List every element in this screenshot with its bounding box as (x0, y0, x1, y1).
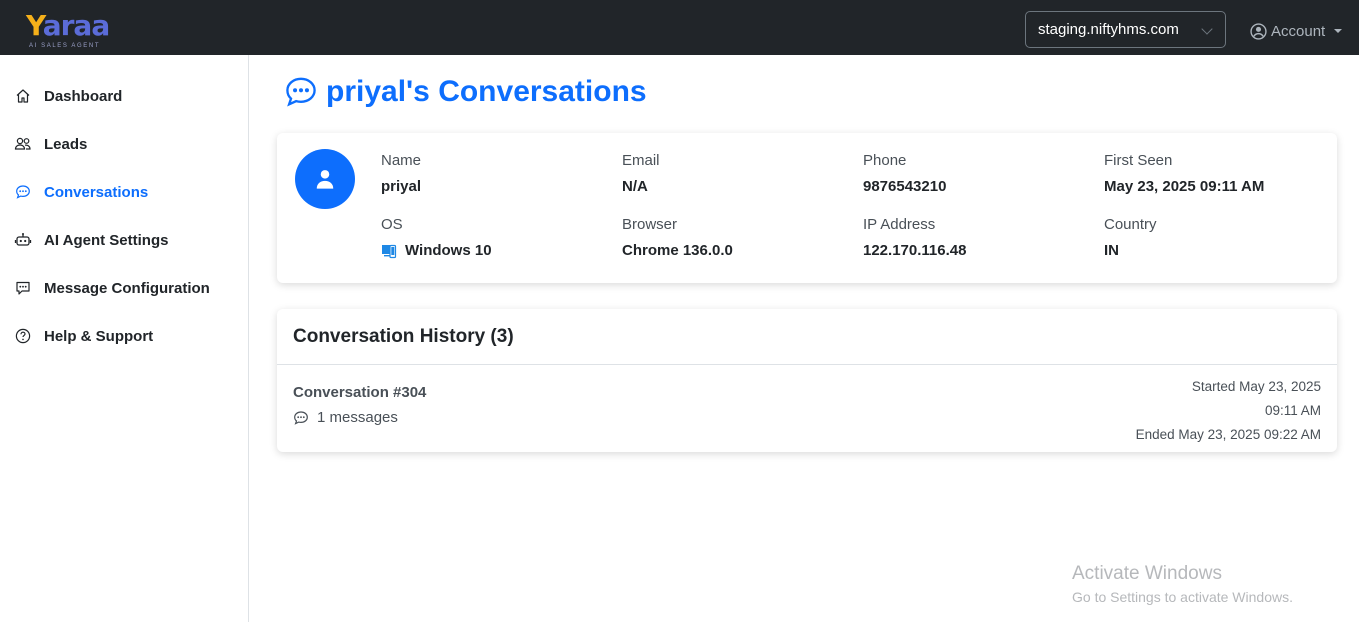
sidebar-item-conversations[interactable]: Conversations (14, 180, 148, 204)
ip-label: IP Address (863, 216, 936, 233)
email-label: Email (622, 152, 660, 169)
email-value: N/A (622, 178, 648, 195)
first-seen-label: First Seen (1104, 152, 1173, 169)
page-title-text: priyal's Conversations (326, 75, 647, 108)
field-ip-address: IP Address 122.170.116.48 (863, 215, 966, 261)
ip-value: 122.170.116.48 (863, 242, 967, 259)
ended-time: Ended May 23, 2025 09:22 AM (1135, 427, 1321, 442)
sidebar-item-leads[interactable]: Leads (14, 132, 87, 156)
brand-logo[interactable]: Yaraa AI SALES AGENT (26, 9, 116, 53)
conversation-message-count: 1 messages (293, 409, 398, 426)
first-seen-value: May 23, 2025 09:11 AM (1104, 178, 1265, 195)
os-label: OS (381, 216, 403, 233)
sidebar-item-label: Help & Support (44, 327, 154, 345)
account-label: Account (1271, 22, 1326, 40)
sidebar-item-message-configuration[interactable]: Message Configuration (14, 276, 210, 300)
top-navbar: Yaraa AI SALES AGENT staging.niftyhms.co… (0, 0, 1359, 55)
people-icon (14, 135, 32, 153)
browser-label: Browser (622, 216, 678, 233)
sidebar-item-label: Leads (44, 135, 88, 153)
country-label: Country (1104, 216, 1157, 233)
phone-label: Phone (863, 152, 907, 169)
watermark-line1: Activate Windows (1072, 563, 1222, 584)
field-browser: Browser Chrome 136.0.0 (622, 215, 733, 261)
sidebar-item-label: Message Configuration (44, 279, 210, 297)
sidebar: Dashboard Leads Conversations AI Agent S… (0, 55, 249, 622)
chat-dots-icon (293, 410, 309, 426)
conversation-timestamps: Started May 23, 2025 09:11 AM Ended May … (1136, 375, 1321, 447)
chevron-down-icon (1201, 23, 1213, 35)
country-value: IN (1104, 242, 1119, 259)
field-country: Country IN (1104, 215, 1157, 261)
watermark-line2: Go to Settings to activate Windows. (1072, 589, 1293, 605)
sidebar-item-help-support[interactable]: Help & Support (14, 324, 153, 348)
robot-icon (14, 231, 32, 249)
conversation-history-title: Conversation History (3) (277, 309, 1337, 365)
caret-down-icon (1334, 29, 1343, 33)
sidebar-item-label: AI Agent Settings (44, 231, 169, 249)
name-label: Name (381, 152, 422, 169)
field-os: OS Windows 10 (381, 215, 492, 261)
user-icon (314, 168, 336, 190)
page-title: priyal's Conversations (284, 72, 647, 112)
name-value: priyal (381, 178, 422, 195)
conversation-title: Conversation #304 (293, 384, 427, 401)
os-text: Windows 10 (405, 242, 492, 259)
sidebar-item-label: Dashboard (44, 87, 123, 105)
os-value: Windows 10 (381, 241, 492, 261)
account-dropdown[interactable]: Account (1250, 20, 1343, 42)
windows-activation-watermark: Activate Windows Go to Settings to activ… (1072, 562, 1293, 608)
logo-tagline: AI SALES AGENT (29, 43, 101, 49)
browser-value: Chrome 136.0.0 (622, 242, 733, 259)
lead-profile-card: Name priyal Email N/A Phone 9876543210 F… (277, 133, 1337, 283)
sidebar-item-label: Conversations (44, 183, 149, 201)
avatar (295, 149, 355, 209)
started-line2: 09:11 AM (1264, 403, 1321, 418)
logo-wordmark: Yaraa (26, 9, 110, 42)
started-line1: Started May 23, 2025 (1191, 379, 1321, 394)
chat-dots-icon (14, 183, 32, 201)
field-email: Email N/A (622, 151, 660, 197)
field-name: Name priyal (381, 151, 421, 197)
site-selector-value: staging.niftyhms.com (1038, 21, 1179, 38)
phone-value: 9876543210 (863, 178, 947, 195)
chat-dots-icon (284, 75, 318, 109)
site-selector[interactable]: staging.niftyhms.com (1025, 11, 1226, 48)
field-phone: Phone 9876543210 (863, 151, 946, 197)
conversation-history-card: Conversation History (3) Conversation #3… (277, 309, 1337, 452)
user-circle-icon (1250, 22, 1271, 40)
question-circle-icon (14, 327, 32, 345)
field-first-seen: First Seen May 23, 2025 09:11 AM (1104, 151, 1264, 197)
device-icon (381, 243, 399, 259)
message-square-dots-icon (14, 279, 32, 297)
sidebar-item-dashboard[interactable]: Dashboard (14, 84, 122, 108)
message-count-text: 1 messages (317, 409, 398, 426)
house-icon (14, 87, 32, 105)
sidebar-item-ai-agent-settings[interactable]: AI Agent Settings (14, 228, 168, 252)
